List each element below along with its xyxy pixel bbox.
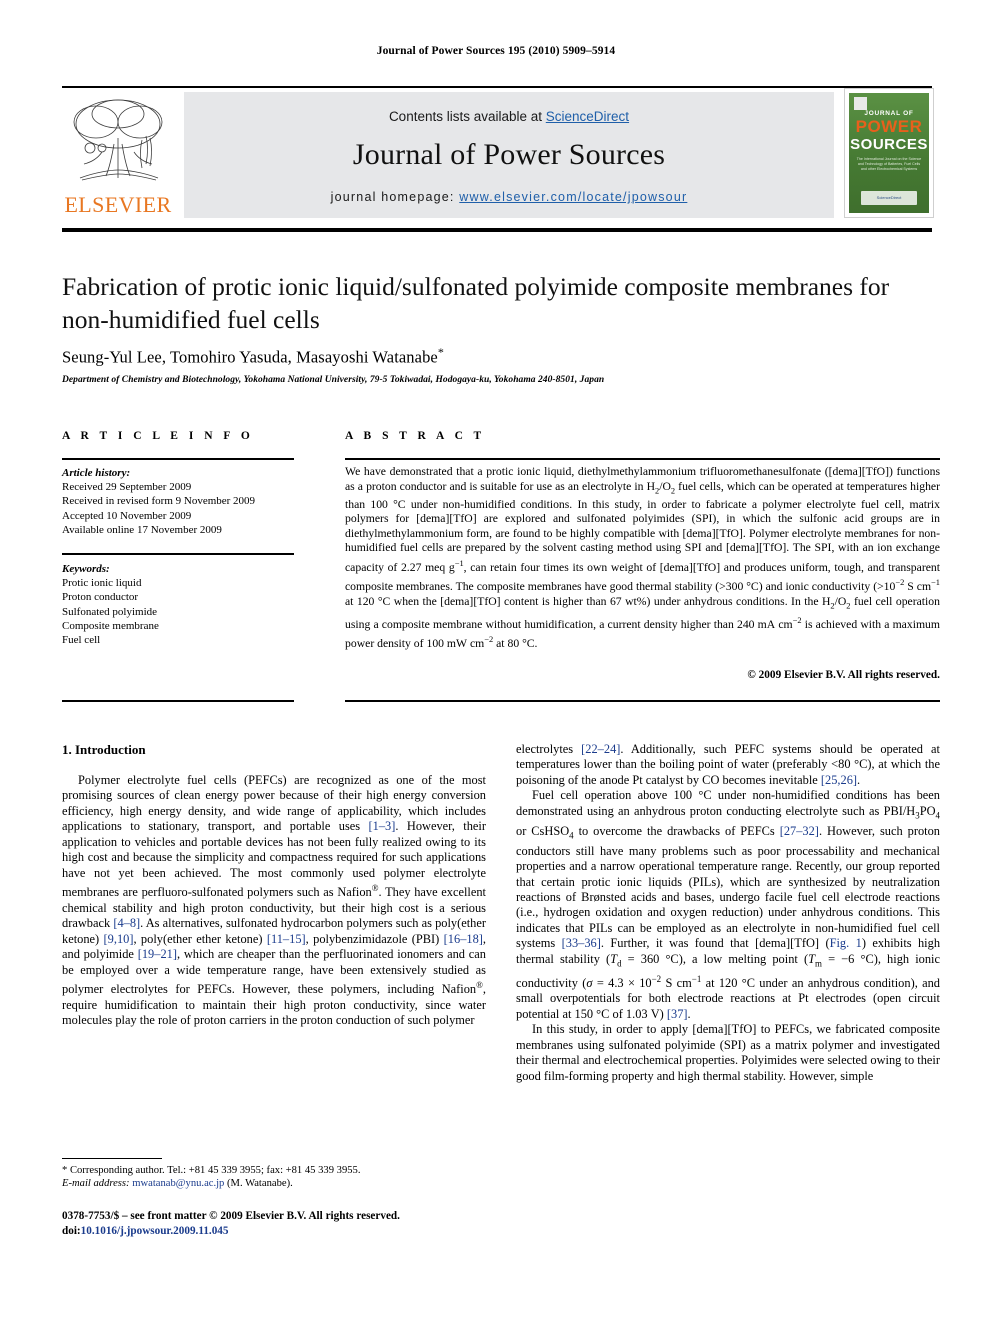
history-item: Accepted 10 November 2009 bbox=[62, 509, 192, 522]
cover-subtitle: The International Journal on the Science… bbox=[856, 157, 922, 171]
journal-cover-art: JOURNAL OF POWER SOURCES The Internation… bbox=[849, 93, 929, 213]
paragraph: Fuel cell operation above 100 °C under n… bbox=[516, 788, 941, 1021]
author-list: Seung-Yul Lee, Tomohiro Yasuda, Masayosh… bbox=[62, 345, 942, 368]
affiliation: Department of Chemistry and Biotechnolog… bbox=[62, 375, 605, 385]
imprint-block: 0378-7753/$ – see front matter © 2009 El… bbox=[62, 1209, 502, 1238]
citation-link[interactable]: [33–36] bbox=[562, 936, 601, 950]
journal-cover-image: JOURNAL OF POWER SOURCES The Internation… bbox=[844, 88, 934, 218]
cover-line1: JOURNAL OF bbox=[864, 110, 914, 117]
journal-homepage-link[interactable]: www.elsevier.com/locate/jpowsour bbox=[459, 190, 687, 204]
paragraph: electrolytes [22–24]. Additionally, such… bbox=[516, 742, 940, 787]
keyword-item: Composite membrane bbox=[62, 619, 159, 632]
section-heading-introduction: 1. Introduction bbox=[62, 742, 146, 757]
article-page: Journal of Power Sources 195 (2010) 5909… bbox=[0, 0, 992, 1323]
doi-line: doi:10.1016/j.jpowsour.2009.11.045 bbox=[62, 1224, 502, 1239]
abstract-rule bbox=[345, 458, 940, 460]
citation-link[interactable]: [16–18] bbox=[444, 932, 483, 946]
masthead-banner: Contents lists available at ScienceDirec… bbox=[184, 92, 834, 218]
footnote-rule bbox=[62, 1158, 162, 1160]
doi-link[interactable]: 10.1016/j.jpowsour.2009.11.045 bbox=[81, 1225, 229, 1237]
body-column-right: electrolytes [22–24]. Additionally, such… bbox=[516, 742, 940, 1084]
citation-link[interactable]: [1–3] bbox=[369, 819, 396, 833]
citation-link[interactable]: [19–21] bbox=[138, 947, 177, 961]
abstract-text: We have demonstrated that a protic ionic… bbox=[345, 465, 940, 651]
citation-link[interactable]: [22–24] bbox=[581, 742, 620, 756]
masthead: ELSEVIER Contents lists available at Sci… bbox=[62, 88, 934, 218]
citation-link[interactable]: [11–15] bbox=[267, 932, 306, 946]
cover-line2: POWER bbox=[855, 117, 923, 136]
article-info-heading: A R T I C L E I N F O bbox=[62, 430, 254, 442]
journal-homepage-line: journal homepage: www.elsevier.com/locat… bbox=[184, 190, 834, 204]
email-owner: (M. Watanabe). bbox=[227, 1178, 293, 1190]
paragraph: Polymer electrolyte fuel cells (PEFCs) a… bbox=[62, 773, 487, 1028]
article-info-rule-3 bbox=[62, 700, 294, 702]
keyword-item: Protic ionic liquid bbox=[62, 577, 142, 590]
homepage-prefix: journal homepage: bbox=[330, 190, 460, 204]
email-link[interactable]: mwatanab@ynu.ac.jp bbox=[132, 1178, 224, 1189]
history-item: Received in revised form 9 November 2009 bbox=[62, 495, 256, 508]
citation-link[interactable]: [27–32] bbox=[780, 824, 819, 838]
citation-link[interactable]: [37] bbox=[667, 1007, 688, 1021]
paragraph: In this study, in order to apply [dema][… bbox=[516, 1022, 940, 1083]
keywords-block: Keywords: Protic ionic liquid Proton con… bbox=[62, 562, 302, 647]
citation-link[interactable]: [25,26] bbox=[821, 773, 857, 787]
corresponding-author-note: * Corresponding author. Tel.: +81 45 339… bbox=[62, 1165, 361, 1176]
article-info-rule-2 bbox=[62, 553, 294, 555]
page-title: Fabrication of protic ionic liquid/sulfo… bbox=[62, 272, 890, 334]
doi-label: doi: bbox=[62, 1224, 81, 1237]
keyword-item: Proton conductor bbox=[62, 591, 139, 604]
cover-sciencedirect-badge: ScienceDirect bbox=[861, 191, 917, 205]
article-history: Article history: Received 29 September 2… bbox=[62, 466, 302, 537]
cover-line3: SOURCES bbox=[850, 136, 928, 153]
abstract-copyright: © 2009 Elsevier B.V. All rights reserved… bbox=[747, 669, 940, 681]
article-info-rule bbox=[62, 458, 294, 460]
email-label: E-mail address: bbox=[62, 1178, 130, 1190]
email-note: E-mail address: mwatanab@ynu.ac.jp (M. W… bbox=[62, 1177, 486, 1190]
keyword-item: Fuel cell bbox=[62, 634, 101, 647]
journal-title: Journal of Power Sources bbox=[352, 138, 666, 171]
article-history-label: Article history: bbox=[62, 467, 131, 479]
footnote-block: * Corresponding author. Tel.: +81 45 339… bbox=[62, 1164, 486, 1190]
abstract-rule-2 bbox=[345, 700, 940, 702]
keywords-label: Keywords: bbox=[62, 563, 110, 575]
body-column-left: Polymer electrolyte fuel cells (PEFCs) a… bbox=[62, 773, 486, 1029]
cover-elsevier-logo-icon bbox=[854, 97, 867, 110]
masthead-bottom-rule bbox=[62, 228, 932, 232]
contents-line: Contents lists available at ScienceDirec… bbox=[184, 109, 834, 124]
elsevier-logo: ELSEVIER bbox=[62, 92, 174, 218]
author-names: Seung-Yul Lee, Tomohiro Yasuda, Masayosh… bbox=[62, 347, 438, 367]
citation-link[interactable]: [4–8] bbox=[113, 916, 140, 930]
citation-link[interactable]: [9,10] bbox=[104, 932, 134, 946]
elsevier-wordmark: ELSEVIER bbox=[64, 192, 172, 217]
abstract-heading: A B S T R A C T bbox=[345, 430, 486, 442]
history-item: Received 29 September 2009 bbox=[62, 481, 192, 494]
figure-link[interactable]: Fig. 1 bbox=[830, 936, 862, 950]
contents-prefix: Contents lists available at bbox=[388, 109, 546, 124]
corresponding-author-marker: * bbox=[437, 345, 444, 359]
keyword-item: Sulfonated polyimide bbox=[62, 605, 158, 618]
history-item: Available online 17 November 2009 bbox=[62, 523, 222, 536]
sciencedirect-link[interactable]: ScienceDirect bbox=[546, 109, 629, 124]
issn-line: 0378-7753/$ – see front matter © 2009 El… bbox=[62, 1210, 400, 1222]
running-head: Journal of Power Sources 195 (2010) 5909… bbox=[376, 45, 616, 57]
